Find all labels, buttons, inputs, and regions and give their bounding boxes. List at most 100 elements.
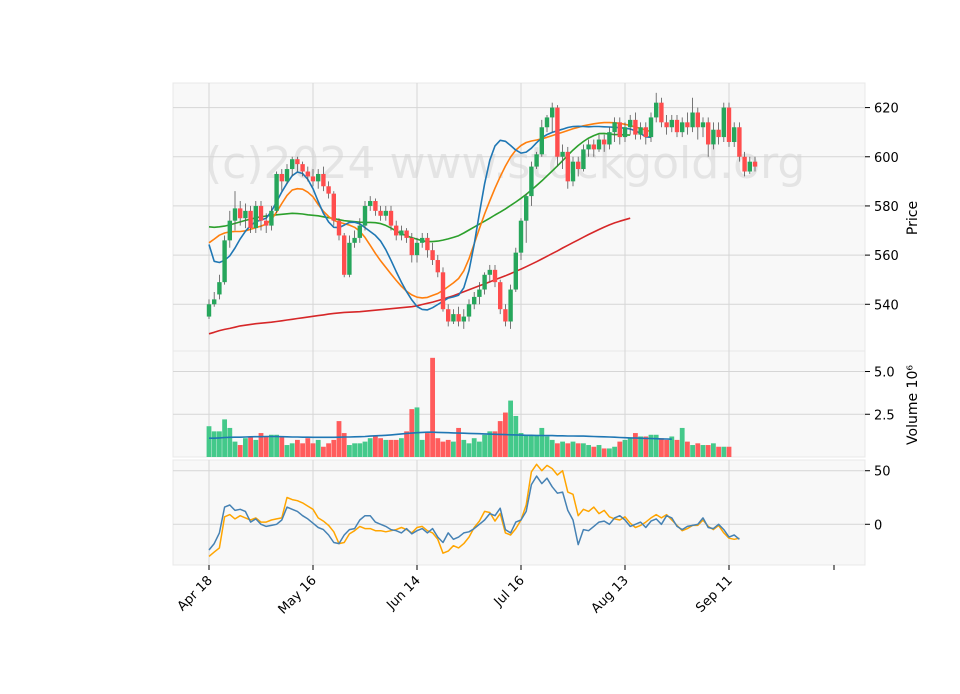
volume-bar (664, 439, 669, 457)
volume-bar (378, 438, 383, 457)
volume-bar (336, 421, 342, 457)
candle-body (269, 210, 274, 226)
volume-bar (206, 426, 212, 457)
oscillator-tick-label: 50 (874, 465, 891, 480)
candle-body (388, 210, 394, 226)
candle-body (654, 102, 659, 118)
candle-body (456, 314, 461, 322)
volume-bar (263, 436, 269, 457)
candle-body (498, 282, 503, 310)
volume-bar (466, 443, 472, 457)
volume-bar (367, 438, 373, 457)
candle-body (310, 176, 316, 182)
x-tick-label: Aug 13 (589, 573, 632, 616)
candle-body (737, 127, 742, 157)
candle-body (279, 173, 284, 182)
volume-bar (399, 438, 404, 457)
volume-bar (362, 441, 368, 457)
candle-body (222, 240, 227, 283)
volume-bar (555, 443, 560, 457)
volume-bar (227, 427, 233, 457)
candle-body (440, 272, 446, 310)
candle-body (747, 161, 752, 172)
volume-bar (674, 439, 680, 457)
candle-body (243, 210, 248, 219)
candle-body (232, 208, 238, 221)
volume-bar (726, 446, 732, 457)
volume-bar (331, 439, 337, 457)
volume-bar (591, 446, 597, 457)
candle-body (342, 235, 347, 275)
price-tick-label: 620 (874, 102, 899, 117)
candle-body (555, 107, 560, 157)
candle-body (503, 309, 508, 322)
volume-bar (243, 438, 248, 457)
candle-body (331, 193, 336, 221)
candle-body (524, 196, 529, 221)
watermark: (c)2024 www.stockgold.org (205, 138, 805, 189)
volume-bar (570, 441, 576, 457)
candle-body (264, 220, 269, 226)
candle-body (706, 122, 711, 145)
candle-body (664, 122, 669, 128)
candle-body (622, 127, 628, 138)
volume-bar (321, 446, 326, 457)
candle-body (628, 119, 633, 128)
candle-body (446, 309, 451, 322)
candle-body (472, 296, 477, 305)
volume-bar (326, 443, 331, 457)
candle-body (336, 220, 342, 236)
volume-bar (529, 434, 534, 457)
candle-body (217, 282, 222, 295)
volume-bar (461, 439, 467, 457)
candle-body (316, 173, 321, 182)
volume-bar (217, 431, 222, 457)
volume-bar (549, 439, 555, 457)
candle-body (513, 252, 518, 290)
price-axis-label: Price (905, 201, 921, 235)
candle-body (711, 129, 716, 145)
volume-bar (716, 446, 721, 457)
candle-body (420, 237, 425, 243)
volume-bar (310, 443, 316, 457)
candle-body (383, 210, 388, 216)
candle-body (612, 122, 617, 133)
candle-body (726, 107, 732, 143)
volume-bar (601, 448, 607, 457)
candle-body (648, 117, 654, 138)
candle-body (373, 201, 378, 211)
volume-bar (617, 441, 623, 457)
volume-bar (643, 436, 649, 457)
candle-body (326, 186, 331, 194)
volume-bar (492, 431, 498, 457)
candle-body (633, 119, 638, 135)
volume-bar (352, 443, 357, 457)
volume-bar (269, 434, 274, 457)
volume-bar (393, 439, 399, 457)
volume-bar (523, 434, 529, 457)
candle-body (409, 237, 414, 256)
price-tick-label: 580 (874, 200, 899, 215)
candle-body (238, 208, 243, 219)
candle-body (357, 225, 362, 238)
volume-bar (451, 441, 456, 457)
candle-body (368, 201, 373, 206)
volume-bar (211, 431, 217, 457)
volume-bar (711, 443, 716, 457)
candle-body (321, 173, 326, 187)
price-panel-bg (172, 82, 866, 352)
candle-body (347, 242, 352, 275)
volume-bar (695, 443, 701, 457)
volume-bar (315, 439, 321, 457)
volume-bar (274, 434, 279, 457)
volume-bar (700, 445, 706, 457)
volume-bar (544, 436, 550, 457)
volume-bar (633, 433, 638, 457)
volume-bar (612, 446, 617, 457)
volume-tick-label: 2.5 (874, 408, 895, 423)
candle-body (461, 316, 466, 322)
candle-body (576, 161, 581, 170)
candle-body (305, 171, 310, 177)
volume-bar (482, 434, 487, 457)
volume-bar (690, 445, 695, 457)
